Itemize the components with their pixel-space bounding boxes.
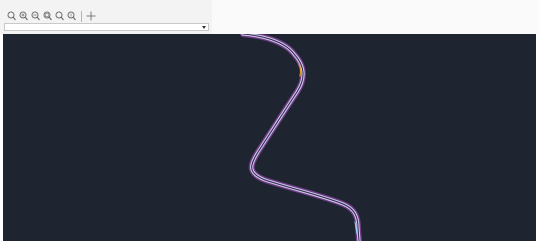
zoom-out-icon	[31, 11, 40, 21]
toolbar-empty-area	[212, 0, 539, 34]
zoom-in-icon	[19, 11, 28, 21]
zoom-previous-icon	[55, 11, 64, 21]
toolbar-separator	[81, 10, 82, 22]
zoom-in-button[interactable]	[18, 10, 28, 22]
zoom-extents-button[interactable]	[42, 10, 52, 22]
pan-crosshair-icon	[86, 11, 96, 21]
zoom-toolbar	[6, 9, 98, 23]
zoom-window-icon	[7, 11, 16, 21]
zoom-previous-button[interactable]	[54, 10, 64, 22]
drawing-svg	[240, 34, 362, 241]
cad-viewer-window	[0, 0, 539, 241]
road-centerline	[242, 34, 360, 241]
chevron-down-icon	[202, 26, 206, 29]
drawing-canvas[interactable]	[3, 34, 536, 241]
toolbar	[0, 0, 539, 34]
pan-button[interactable]	[86, 10, 96, 22]
layer-dropdown[interactable]	[4, 23, 209, 31]
zoom-realtime-button[interactable]	[66, 10, 76, 22]
zoom-realtime-icon	[67, 11, 76, 21]
zoom-out-button[interactable]	[30, 10, 40, 22]
zoom-extents-icon	[43, 11, 52, 21]
zoom-window-button[interactable]	[6, 10, 16, 22]
